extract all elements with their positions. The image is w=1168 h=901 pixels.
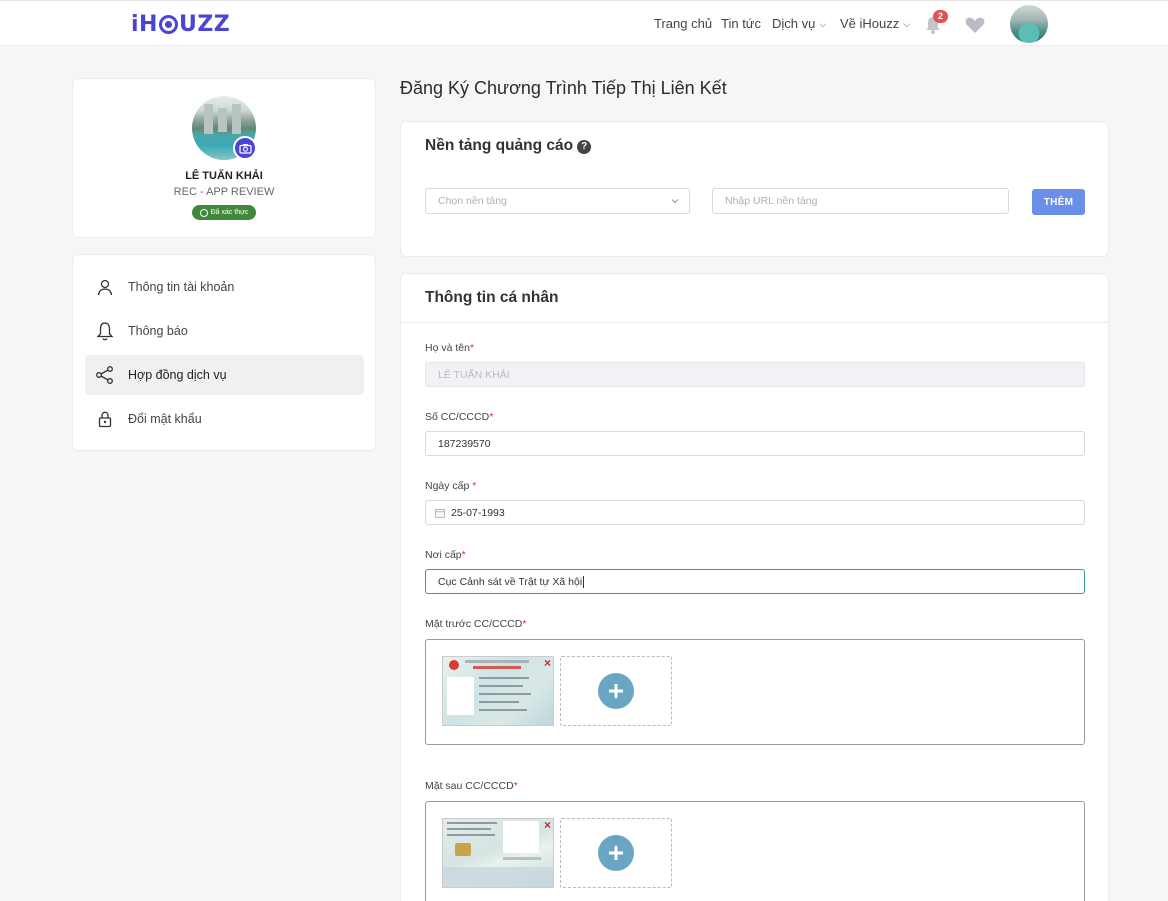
nav-links: Trang chủ Tin tức Dịch vụ ⌵ Về iHouzz ⌵ [0, 16, 1168, 34]
fullname-value: LÊ TUẤN KHẢI [438, 368, 510, 381]
menu-item-label: Hợp đồng dịch vụ [128, 368, 227, 382]
plus-icon [598, 673, 634, 709]
issue-date-input[interactable]: 25-07-1993 [425, 500, 1085, 525]
back-id-label-text: Mặt sau CC/CCCD [425, 780, 514, 792]
section-divider [401, 322, 1108, 323]
notification-badge: 2 [933, 10, 948, 23]
front-id-label-text: Mặt trước CC/CCCD [425, 618, 523, 630]
menu-item-service-contract[interactable]: Hợp đồng dịch vụ [85, 355, 364, 395]
fullname-label: Họ và tên* [425, 342, 474, 354]
menu-item-label: Thông báo [128, 324, 188, 338]
calendar-icon [435, 508, 445, 518]
heart-icon[interactable] [965, 16, 985, 34]
fullname-field: LÊ TUẤN KHẢI [425, 362, 1085, 387]
nav-services[interactable]: Dịch vụ ⌵ [772, 16, 826, 31]
profile-card: LÊ TUẤN KHẢI REC - APP REVIEW Đã xác thự… [72, 78, 376, 238]
remove-image-icon[interactable]: × [544, 657, 551, 669]
nav-services-label: Dịch vụ [772, 16, 816, 31]
account-menu: Thông tin tài khoản Thông báo Hợp đồng d… [72, 254, 376, 451]
add-platform-button[interactable]: THÊM [1032, 189, 1085, 215]
id-number-input[interactable]: 187239570 [425, 431, 1085, 456]
menu-item-account-info[interactable]: Thông tin tài khoản [85, 267, 364, 307]
menu-item-change-password[interactable]: Đổi mật khẩu [85, 399, 364, 439]
personal-info-title: Thông tin cá nhân [425, 289, 559, 306]
nav-about-label: Về iHouzz [840, 16, 900, 31]
menu-item-label: Thông tin tài khoản [128, 280, 235, 294]
lock-icon [95, 409, 115, 429]
personal-info-card: Thông tin cá nhân Họ và tên* LÊ TUẤN KHẢ… [400, 273, 1109, 901]
plus-icon [598, 835, 634, 871]
chevron-down-icon [671, 199, 679, 204]
profile-name: LÊ TUẤN KHẢI [185, 170, 263, 182]
id-number-label-text: Số CC/CCCD [425, 411, 490, 423]
required-mark: * [469, 342, 475, 354]
issue-date-value: 25-07-1993 [451, 506, 505, 519]
profile-role: REC - APP REVIEW [173, 186, 275, 198]
nav-about[interactable]: Về iHouzz ⌵ [840, 16, 910, 31]
ad-platform-title: Nền tảng quảng cáo? [425, 137, 592, 155]
menu-item-notifications[interactable]: Thông báo [85, 311, 364, 351]
chevron-down-icon: ⌵ [903, 19, 911, 29]
issue-date-label-text: Ngày cấp [425, 480, 473, 492]
platform-select-placeholder: Chọn nền tảng [438, 195, 507, 207]
user-avatar[interactable] [1010, 5, 1048, 43]
check-circle-icon [199, 208, 208, 217]
issue-place-input[interactable]: Cục Cảnh sát về Trật tự Xã hội [425, 569, 1085, 594]
platform-url-input[interactable]: Nhập URL nền tảng [712, 188, 1009, 214]
issue-place-value: Cục Cảnh sát về Trật tự Xã hội [438, 575, 583, 588]
top-navbar: iH UZZ Trang chủ Tin tức Dịch vụ ⌵ Về iHou… [0, 0, 1168, 46]
back-id-label: Mặt sau CC/CCCD* [425, 780, 518, 792]
nav-news[interactable]: Tin tức [721, 16, 761, 31]
front-id-thumbnail[interactable]: × [442, 656, 554, 726]
add-front-image-button[interactable] [560, 656, 672, 726]
platform-url-placeholder: Nhập URL nền tảng [725, 195, 818, 207]
fullname-label-text: Họ và tên [425, 342, 470, 354]
required-mark: * [522, 618, 527, 630]
platform-select[interactable]: Chọn nền tảng [425, 188, 690, 214]
verified-label: Đã xác thực [210, 209, 249, 216]
bell-outline-icon [95, 321, 115, 341]
required-mark: * [461, 549, 466, 561]
issue-date-label: Ngày cấp * [425, 480, 476, 492]
ad-platform-title-text: Nền tảng quảng cáo [425, 137, 574, 154]
id-number-label: Số CC/CCCD* [425, 411, 493, 423]
change-avatar-button[interactable] [233, 136, 257, 160]
camera-icon [238, 143, 252, 154]
required-mark: * [472, 480, 477, 492]
text-cursor [583, 575, 585, 588]
issue-place-label: Nơi cấp* [425, 549, 466, 561]
issue-place-label-text: Nơi cấp [425, 549, 462, 561]
verified-badge: Đã xác thực [192, 205, 256, 220]
nav-home[interactable]: Trang chủ [654, 16, 712, 31]
front-id-upload: × [425, 639, 1085, 745]
page-title: Đăng Ký Chương Trình Tiếp Thị Liên Kết [400, 78, 727, 98]
add-back-image-button[interactable] [560, 818, 672, 888]
required-mark: * [513, 780, 518, 792]
back-id-thumbnail[interactable]: × [442, 818, 554, 888]
back-id-upload: × [425, 801, 1085, 901]
help-icon[interactable]: ? [577, 140, 592, 154]
menu-item-label: Đổi mật khẩu [128, 412, 202, 426]
share-icon [95, 365, 115, 385]
ad-platform-card: Nền tảng quảng cáo? Chọn nền tảng Nhập U… [400, 121, 1109, 257]
user-icon [95, 277, 115, 297]
remove-image-icon[interactable]: × [544, 819, 551, 831]
id-number-value: 187239570 [438, 437, 491, 450]
required-mark: * [489, 411, 494, 423]
chevron-down-icon: ⌵ [819, 19, 827, 29]
front-id-label: Mặt trước CC/CCCD* [425, 618, 526, 630]
